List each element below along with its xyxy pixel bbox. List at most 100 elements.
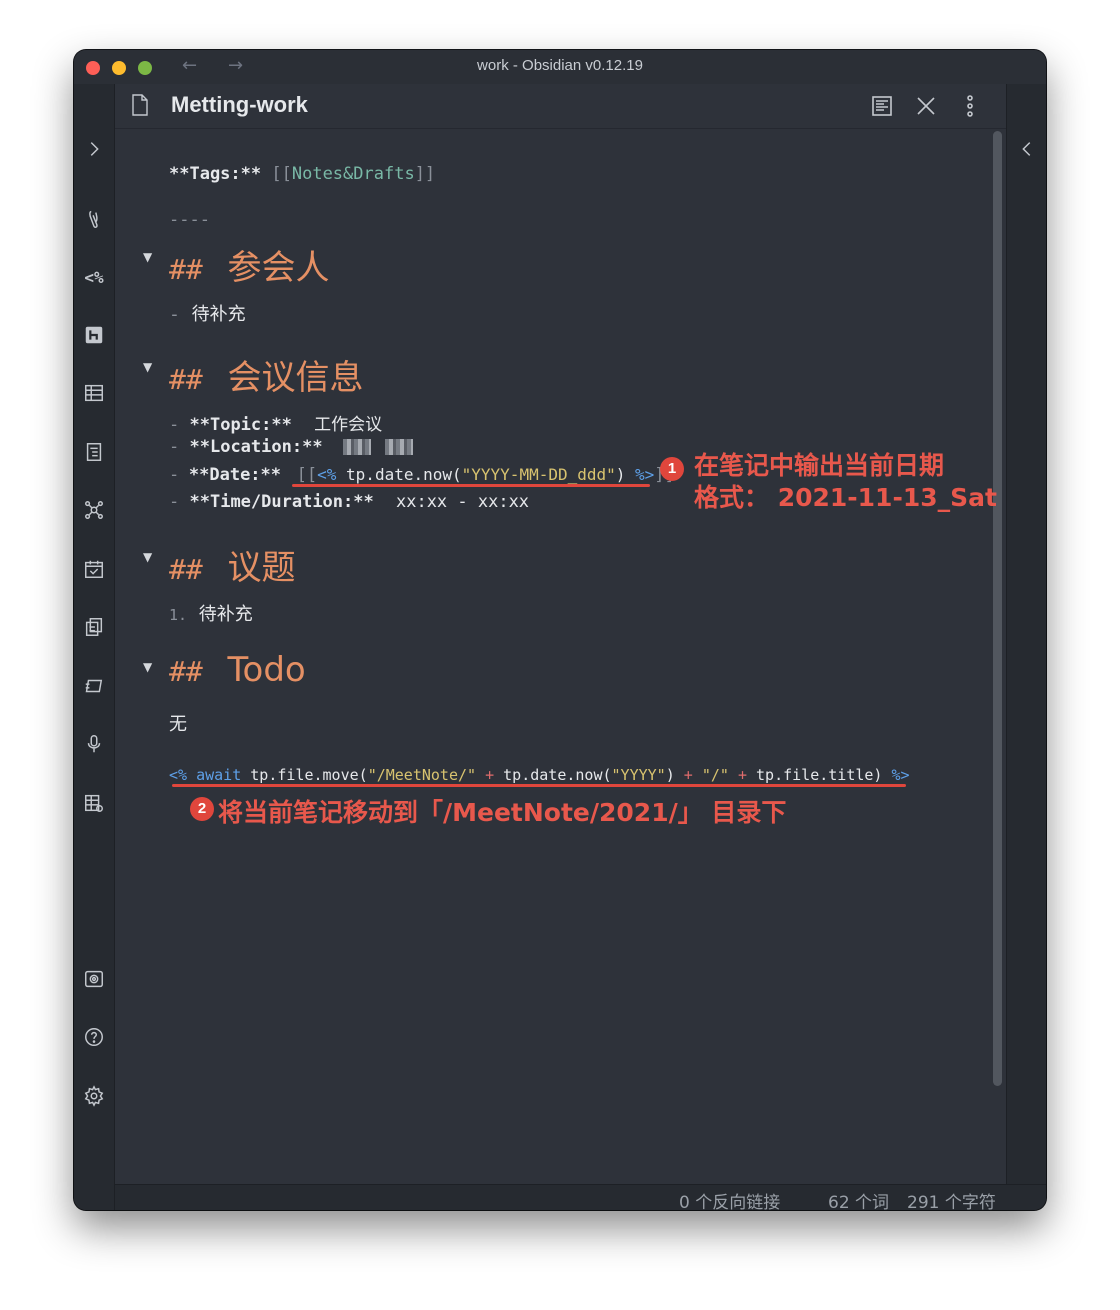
heading-attendees: ## 参会人 (169, 240, 330, 289)
heading-text: 参会人 (227, 248, 330, 288)
plus-operator: + (485, 766, 495, 784)
annotation-text-1a: 在笔记中输出当前日期 (694, 451, 945, 480)
list-item: - 待补充 (169, 300, 246, 326)
bullet: - (169, 465, 180, 485)
window-title: work - Obsidian v0.12.19 (477, 57, 643, 74)
graph-icon[interactable] (81, 497, 107, 523)
time-label: **Time/Duration:** (189, 492, 374, 512)
editor-scrollbar[interactable] (993, 131, 1002, 1086)
templater-open-tag: <% (169, 766, 188, 784)
list-item-topic: - **Topic:** 工作会议 (169, 410, 382, 435)
plus-operator: + (683, 766, 693, 784)
tags-link-close: ]] (414, 164, 436, 184)
await-keyword: await (196, 766, 242, 784)
note-title[interactable]: Metting-work (171, 92, 308, 118)
heading-hash: ## (169, 253, 203, 286)
list-item-location: - **Location:** (169, 437, 414, 457)
horizontal-rule: ---- (169, 210, 210, 230)
bullet: - (169, 492, 180, 512)
move-code: tp.file.title) (756, 766, 883, 784)
vault-icon[interactable] (81, 966, 107, 992)
templater-close-tag: %> (891, 766, 910, 784)
list-item-date: - **Date:** [[<% tp.date.now("YYYY-MM-DD… (169, 465, 675, 485)
calendar-icon[interactable] (81, 556, 107, 582)
heading-todo: ## Todo (169, 650, 306, 690)
templater-icon[interactable]: <% (81, 264, 107, 290)
heading-hash: ## (169, 553, 203, 586)
microphone-icon[interactable] (81, 731, 107, 757)
redacted-location (342, 439, 371, 455)
slides-icon[interactable] (81, 673, 107, 699)
bullet: - (169, 304, 180, 325)
outline-icon[interactable] (81, 439, 107, 465)
annotation-text-1b: 格式： 2021-11-13_Sat (694, 483, 997, 512)
annotation-underline-1 (292, 484, 650, 487)
sidebar-collapse-right-icon[interactable] (1014, 136, 1040, 162)
location-label: **Location:** (189, 437, 323, 457)
todo-text: 无 (169, 714, 187, 735)
status-bar: 0 个反向链接 62 个词 291 个字符 (115, 1184, 1046, 1210)
close-icon[interactable] (914, 94, 938, 118)
table-settings-icon[interactable] (81, 790, 107, 816)
view-header: Metting-work (115, 84, 1006, 129)
annotation-badge-2: 2 (190, 797, 214, 821)
paperclip-icon[interactable] (81, 206, 107, 232)
tags-link[interactable]: Notes&Drafts (292, 164, 415, 184)
annotation-text-2: 将当前笔记移动到「/MeetNote/2021/」 目录下 (218, 798, 787, 827)
templater-open-tag: <% (317, 465, 337, 484)
fold-arrow-icon[interactable]: ▼ (143, 250, 152, 264)
date-code-close: ) (615, 465, 636, 484)
bullet: - (169, 415, 180, 435)
move-code: ) (665, 766, 675, 784)
table-icon[interactable] (81, 380, 107, 406)
slash-string: "/" (701, 766, 729, 784)
editor-content[interactable]: **Tags:** [[Notes&Drafts]] ---- ▼ ## 参会人… (115, 128, 985, 1178)
more-options-icon[interactable] (958, 94, 982, 118)
sidebar-expand-icon[interactable] (81, 136, 107, 162)
obsidian-window: ← → work - Obsidian v0.12.19 <% Metting-… (74, 50, 1046, 1210)
heading-meeting-info: ## 会议信息 (169, 350, 364, 399)
settings-icon[interactable] (81, 1083, 107, 1109)
list-item: 1. 待补充 (169, 600, 253, 626)
heading-text: 会议信息 (227, 358, 364, 398)
move-code: tp.date.now( (503, 766, 612, 784)
reading-view-icon[interactable] (870, 94, 894, 118)
date-label: **Date:** (188, 465, 282, 485)
char-count: 291 个字符 (907, 1193, 996, 1210)
word-count: 62 个词 (828, 1193, 890, 1210)
redacted-location (385, 439, 414, 455)
help-icon[interactable] (81, 1024, 107, 1050)
heading-agenda: ## 议题 (169, 540, 296, 589)
bullet: - (169, 437, 180, 457)
annotation-badge-1: 1 (660, 457, 684, 481)
list-number: 1. (169, 606, 188, 624)
tags-link-open: [[ (271, 164, 292, 184)
plus-operator: + (737, 766, 747, 784)
move-template-line: <% await tp.file.move("/MeetNote/" + tp.… (169, 766, 910, 784)
templater-close-tag: %> (635, 465, 655, 484)
topic-value: 工作会议 (314, 415, 383, 435)
heading-hash: ## (169, 655, 203, 688)
right-sidebar (1006, 84, 1046, 1184)
copy-icon[interactable] (81, 614, 107, 640)
backlinks-count[interactable]: 0 个反向链接 (679, 1188, 780, 1210)
move-code: tp.file.move( (241, 766, 368, 784)
fold-arrow-icon[interactable]: ▼ (143, 550, 152, 564)
date-code: tp.date.now( (336, 465, 462, 484)
annotation-underline-2 (172, 784, 906, 787)
date-format-string: "YYYY-MM-DD_ddd" (461, 465, 616, 484)
topic-label: **Topic:** (189, 415, 292, 435)
fold-arrow-icon[interactable]: ▼ (143, 660, 152, 674)
title-bar: ← → work - Obsidian v0.12.19 (74, 50, 1046, 84)
list-item-time: - **Time/Duration:** xx:xx - xx:xx (169, 492, 529, 512)
heading-text: Todo (227, 650, 306, 690)
list-item-text: 待补充 (198, 604, 253, 625)
tags-label: **Tags:** (169, 164, 262, 184)
document-icon (132, 94, 148, 116)
heading-hash: ## (169, 363, 203, 396)
time-value: xx:xx - xx:xx (395, 492, 530, 512)
fold-arrow-icon[interactable]: ▼ (143, 360, 152, 374)
left-ribbon: <% (74, 84, 115, 1210)
h-icon[interactable] (81, 322, 107, 348)
tags-line: **Tags:** [[Notes&Drafts]] (169, 164, 435, 184)
